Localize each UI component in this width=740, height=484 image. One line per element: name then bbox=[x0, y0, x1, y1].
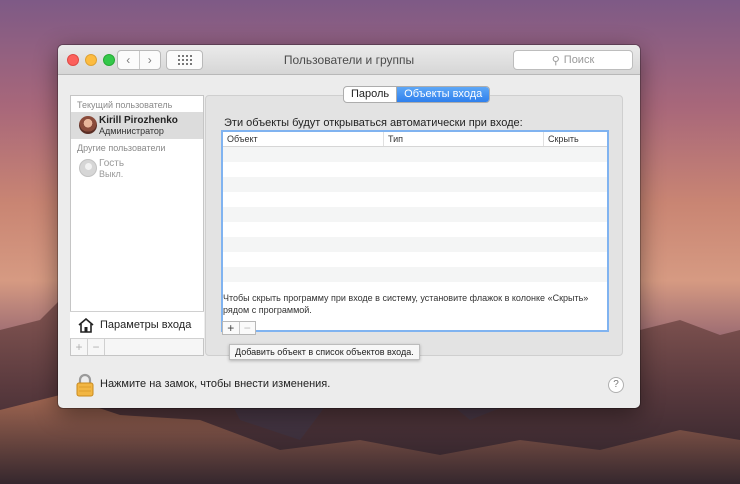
search-icon: ⚲ bbox=[551, 54, 560, 67]
remove-user-button[interactable]: − bbox=[88, 339, 105, 355]
add-user-button[interactable]: + bbox=[71, 339, 88, 355]
table-body bbox=[223, 147, 607, 297]
table-row bbox=[223, 177, 607, 192]
login-options-label: Параметры входа bbox=[100, 319, 192, 331]
user-name: Kirill Pirozhenko bbox=[99, 115, 178, 126]
user-item-guest[interactable]: Гость Выкл. bbox=[71, 155, 203, 182]
current-user-section-label: Текущий пользователь bbox=[77, 100, 173, 110]
title-bar: ‹ › Пользователи и группы ⚲ Поиск bbox=[58, 45, 640, 75]
add-item-tooltip: Добавить объект в список объектов входа. bbox=[229, 344, 420, 360]
table-header: Объект Тип Скрыть bbox=[223, 132, 607, 147]
table-row bbox=[223, 222, 607, 237]
sidebar-add-remove: + − bbox=[70, 338, 204, 356]
table-row bbox=[223, 237, 607, 252]
tab-login-items[interactable]: Объекты входа bbox=[396, 87, 490, 102]
table-row bbox=[223, 192, 607, 207]
add-login-item-button[interactable]: + bbox=[223, 321, 239, 335]
login-options-item[interactable]: Параметры входа bbox=[70, 311, 204, 338]
column-header-type[interactable]: Тип bbox=[383, 132, 543, 146]
user-role: Администратор bbox=[99, 126, 164, 136]
lock-message: Нажмите на замок, чтобы внести изменения… bbox=[100, 378, 331, 390]
avatar bbox=[79, 116, 97, 134]
table-row bbox=[223, 267, 607, 282]
users-groups-window: ‹ › Пользователи и группы ⚲ Поиск Текущи… bbox=[58, 45, 640, 408]
login-items-add-remove: + − bbox=[222, 321, 256, 335]
table-row bbox=[223, 252, 607, 267]
remove-login-item-button[interactable]: − bbox=[238, 321, 256, 335]
hide-hint-text: Чтобы скрыть программу при входе в систе… bbox=[223, 293, 589, 315]
table-row bbox=[223, 162, 607, 177]
column-header-hide[interactable]: Скрыть bbox=[543, 132, 607, 146]
lock-icon[interactable] bbox=[75, 373, 95, 397]
search-input[interactable]: ⚲ Поиск bbox=[513, 50, 633, 70]
search-placeholder: Поиск bbox=[563, 54, 595, 66]
help-icon[interactable]: ? bbox=[608, 377, 624, 393]
tab-password[interactable]: Пароль bbox=[344, 87, 396, 102]
user-item-current[interactable]: Kirill Pirozhenko Администратор bbox=[71, 112, 203, 139]
table-row bbox=[223, 147, 607, 162]
guest-name: Гость bbox=[99, 158, 125, 169]
tab-bar: Пароль Объекты входа bbox=[343, 86, 491, 103]
other-users-section-label: Другие пользователи bbox=[77, 143, 166, 153]
login-items-title: Эти объекты будут открываться автоматиче… bbox=[224, 117, 523, 129]
table-row bbox=[223, 207, 607, 222]
column-header-item[interactable]: Объект bbox=[223, 132, 383, 146]
house-icon bbox=[78, 317, 94, 333]
guest-avatar bbox=[79, 159, 97, 177]
guest-status: Выкл. bbox=[99, 169, 124, 179]
